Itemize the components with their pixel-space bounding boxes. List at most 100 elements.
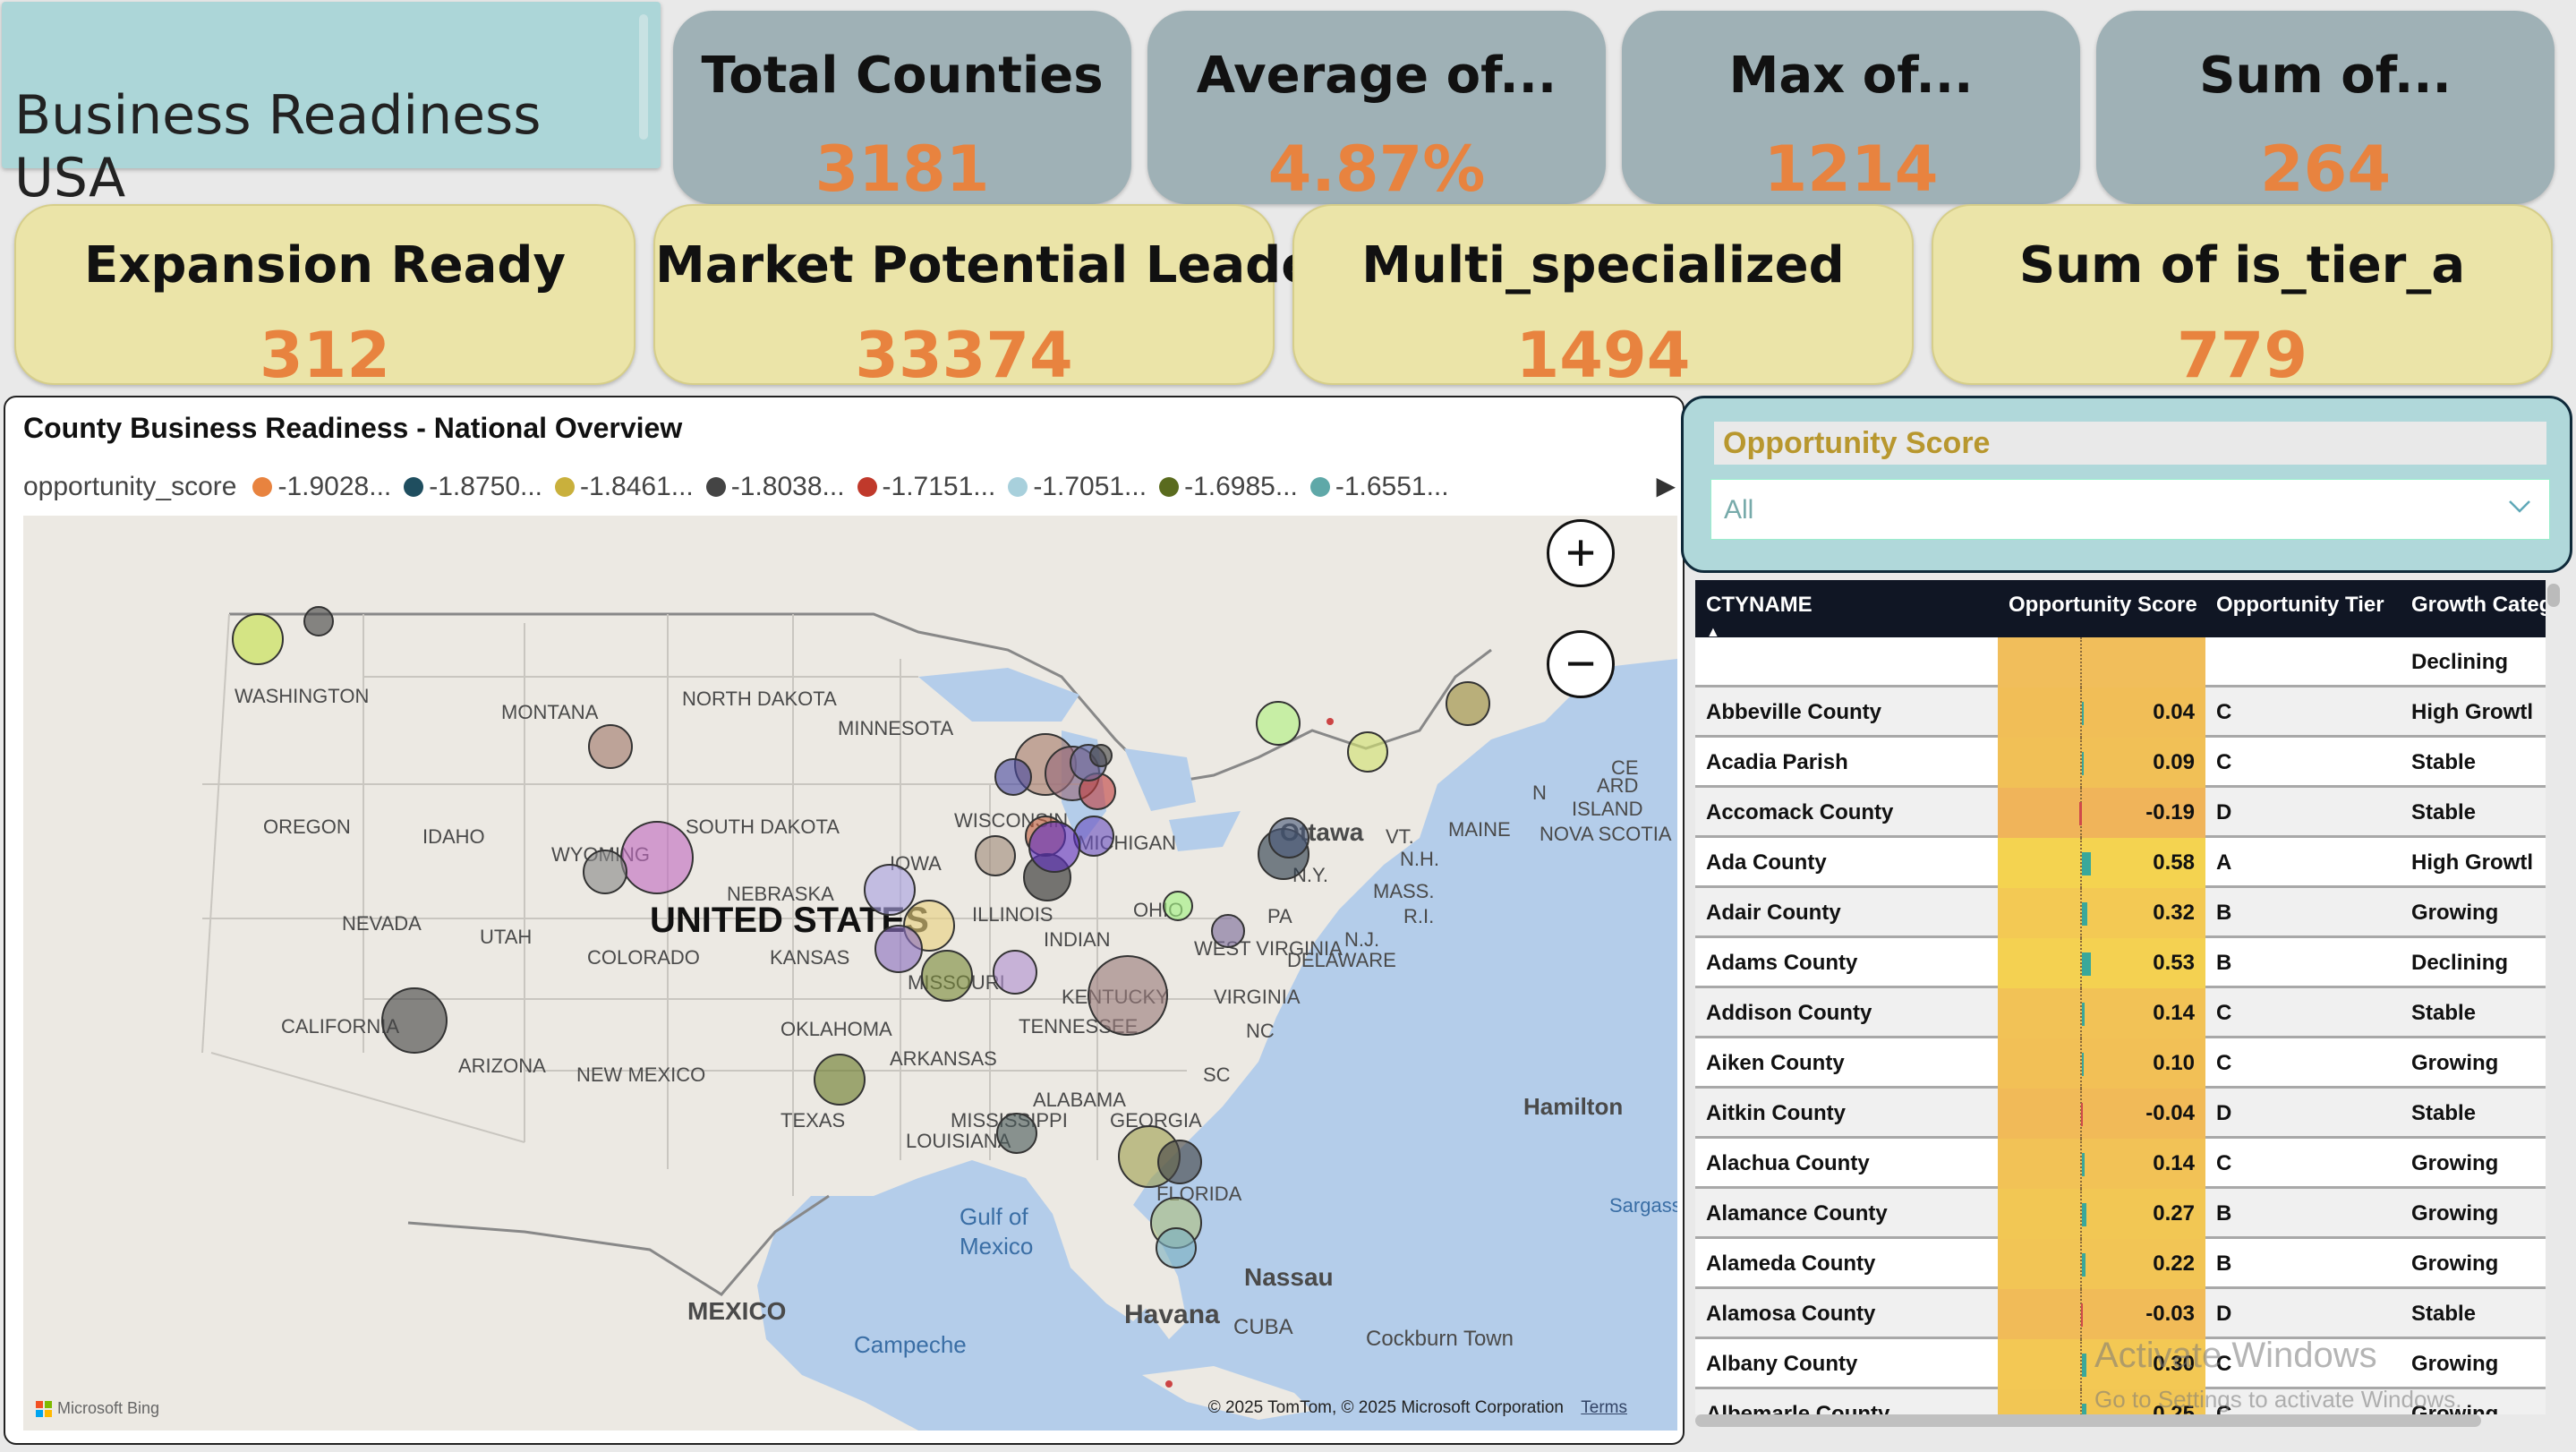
legend-label: -1.6551... xyxy=(1335,472,1449,501)
map-bubble[interactable] xyxy=(1157,1140,1202,1184)
table-vertical-scrollbar[interactable] xyxy=(2547,584,2560,607)
kpi-multi-specialized[interactable]: Multi_specialized 1494 xyxy=(1292,204,1914,392)
bubble-layer[interactable] xyxy=(23,516,1677,1431)
map-bubble[interactable] xyxy=(232,613,284,665)
title-scrollbar[interactable] xyxy=(639,14,648,140)
cell-growth-category: Growing xyxy=(2411,1251,2499,1276)
cell-opportunity-score: 0.04 xyxy=(1998,688,2205,738)
cell-county-name: Albemarle County xyxy=(1706,1402,1890,1414)
map-bubble[interactable] xyxy=(993,950,1037,995)
column-header-opportunity-tier[interactable]: Opportunity Tier xyxy=(2216,593,2384,618)
column-header-growth-category[interactable]: Growth Categ xyxy=(2411,593,2546,618)
map-bubble[interactable] xyxy=(1256,701,1301,746)
table-row[interactable]: Adair County 0.32 B Growing xyxy=(1695,888,2546,938)
table-row[interactable]: Accomack County -0.19 D Stable xyxy=(1695,788,2546,838)
cell-county-name: Aiken County xyxy=(1706,1051,1845,1075)
cell-county-name: Alameda County xyxy=(1706,1251,1876,1276)
column-header-opportunity-score[interactable]: Opportunity Score xyxy=(2009,593,2197,618)
opportunity-score-slicer[interactable]: Opportunity Score All xyxy=(1681,396,2572,573)
map-bubble[interactable] xyxy=(994,758,1032,796)
table-row[interactable]: Aiken County 0.10 C Growing xyxy=(1695,1038,2546,1089)
data-bar xyxy=(2082,1053,2084,1076)
slicer-dropdown[interactable]: All xyxy=(1710,479,2550,540)
county-table[interactable]: CTYNAME ▲ Opportunity Score Opportunity T… xyxy=(1695,580,2546,1414)
map-bubble[interactable] xyxy=(921,950,973,1002)
table-row[interactable]: Abbeville County 0.04 C High Growtl xyxy=(1695,688,2546,738)
legend-item[interactable]: -1.8461... xyxy=(555,472,694,502)
zoom-in-button[interactable]: + xyxy=(1547,519,1615,587)
map-bubble[interactable] xyxy=(864,864,916,916)
kpi-market-potential-leader[interactable]: Market Potential Leader 33374 xyxy=(653,204,1340,392)
terms-link[interactable]: Terms xyxy=(1581,1398,1627,1417)
table-row[interactable]: Alachua County 0.14 C Growing xyxy=(1695,1139,2546,1189)
kpi-value: 264 xyxy=(2259,132,2392,206)
map-bubble[interactable] xyxy=(1347,731,1388,773)
map-bubble[interactable] xyxy=(975,835,1016,876)
zoom-out-button[interactable]: − xyxy=(1547,630,1615,698)
map-bubble[interactable] xyxy=(588,724,633,769)
legend-next-arrow[interactable]: ▶ xyxy=(1656,471,1676,500)
kpi-expansion-ready[interactable]: Expansion Ready 312 xyxy=(14,204,635,392)
kpi-label: Sum of... xyxy=(2199,47,2452,105)
table-row[interactable]: Adams County 0.53 B Declining xyxy=(1695,938,2546,988)
map-bubble[interactable] xyxy=(1089,744,1113,767)
legend-item[interactable]: -1.6985... xyxy=(1159,472,1298,502)
cell-growth-category: Growing xyxy=(2411,1352,2499,1376)
map-bubble[interactable] xyxy=(1088,955,1168,1036)
map-bubble[interactable] xyxy=(1211,914,1245,948)
cell-growth-category: Declining xyxy=(2411,951,2509,975)
legend-item[interactable]: -1.8750... xyxy=(404,472,542,502)
map-bubble[interactable] xyxy=(874,925,923,973)
map-visual[interactable]: County Business Readiness - National Ove… xyxy=(4,396,1685,1445)
table-row[interactable]: Acadia Parish 0.09 C Stable xyxy=(1695,738,2546,788)
map-bubble[interactable] xyxy=(583,850,627,894)
table-row[interactable]: Ada County 0.58 A High Growtl xyxy=(1695,838,2546,888)
legend-item[interactable]: -1.6551... xyxy=(1309,472,1449,502)
map-bubble[interactable] xyxy=(303,606,334,636)
cell-opportunity-tier: D xyxy=(2216,1302,2232,1326)
kpi-sum-is-tier-a[interactable]: Sum of is_tier_a 779 xyxy=(1932,204,2553,392)
legend-label: -1.6985... xyxy=(1184,472,1298,501)
map-bubble[interactable] xyxy=(620,821,694,894)
kpi-total-counties[interactable]: Total Counties 3181 xyxy=(673,11,1131,206)
data-bar xyxy=(2082,952,2091,976)
data-bar xyxy=(2082,1153,2085,1176)
report-title-card: Business Readiness USA xyxy=(2,2,661,209)
kpi-average[interactable]: Average of... 4.87% xyxy=(1147,11,1606,206)
table-row[interactable]: Declining xyxy=(1695,637,2546,688)
table-horizontal-scrollbar[interactable] xyxy=(1695,1414,2481,1427)
legend-dot-icon xyxy=(252,477,273,497)
cell-growth-category: Growing xyxy=(2411,1201,2499,1226)
map-bubble[interactable] xyxy=(814,1054,866,1106)
legend-item[interactable]: -1.8038... xyxy=(705,472,845,502)
cell-opportunity-tier: C xyxy=(2216,1051,2232,1075)
map-bubble[interactable] xyxy=(381,987,448,1054)
kpi-max[interactable]: Max of... 1214 xyxy=(1622,11,2080,206)
map-bubble[interactable] xyxy=(1268,817,1309,858)
table-row[interactable]: Alamance County 0.27 B Growing xyxy=(1695,1189,2546,1239)
table-row[interactable]: Aitkin County -0.04 D Stable xyxy=(1695,1089,2546,1139)
legend-label: -1.8461... xyxy=(580,472,694,501)
cell-county-name: Aitkin County xyxy=(1706,1101,1846,1125)
map-bubble[interactable] xyxy=(996,1113,1037,1154)
cell-opportunity-score: 0.09 xyxy=(1998,738,2205,788)
kpi-sum[interactable]: Sum of... 264 xyxy=(2096,11,2555,206)
table-row[interactable]: Alameda County 0.22 B Growing xyxy=(1695,1239,2546,1289)
map-bubble[interactable] xyxy=(1028,821,1080,873)
map-bubble[interactable] xyxy=(1163,891,1193,921)
table-row[interactable]: Alamosa County -0.03 D Stable xyxy=(1695,1289,2546,1339)
map-bubble[interactable] xyxy=(1156,1227,1197,1268)
map-canvas[interactable]: WASHINGTON MONTANA NORTH DAKOTA MINNESOTA OR… xyxy=(23,516,1677,1431)
score-value: 0.27 xyxy=(2153,1201,2195,1226)
kpi-value: 33374 xyxy=(855,319,1073,392)
cell-growth-category: Declining xyxy=(2411,650,2509,674)
table-row[interactable]: Addison County 0.14 C Stable xyxy=(1695,988,2546,1038)
table-header: CTYNAME ▲ Opportunity Score Opportunity T… xyxy=(1695,580,2546,640)
legend-item[interactable]: -1.9028... xyxy=(252,472,391,502)
legend-item[interactable]: -1.7151... xyxy=(857,472,995,502)
column-header-ctyname[interactable]: CTYNAME ▲ xyxy=(1706,593,1813,643)
cell-opportunity-tier: C xyxy=(2216,1001,2232,1025)
legend-item[interactable]: -1.7051... xyxy=(1008,472,1147,502)
cell-growth-category: Growing xyxy=(2411,1151,2499,1175)
map-bubble[interactable] xyxy=(1446,681,1490,726)
